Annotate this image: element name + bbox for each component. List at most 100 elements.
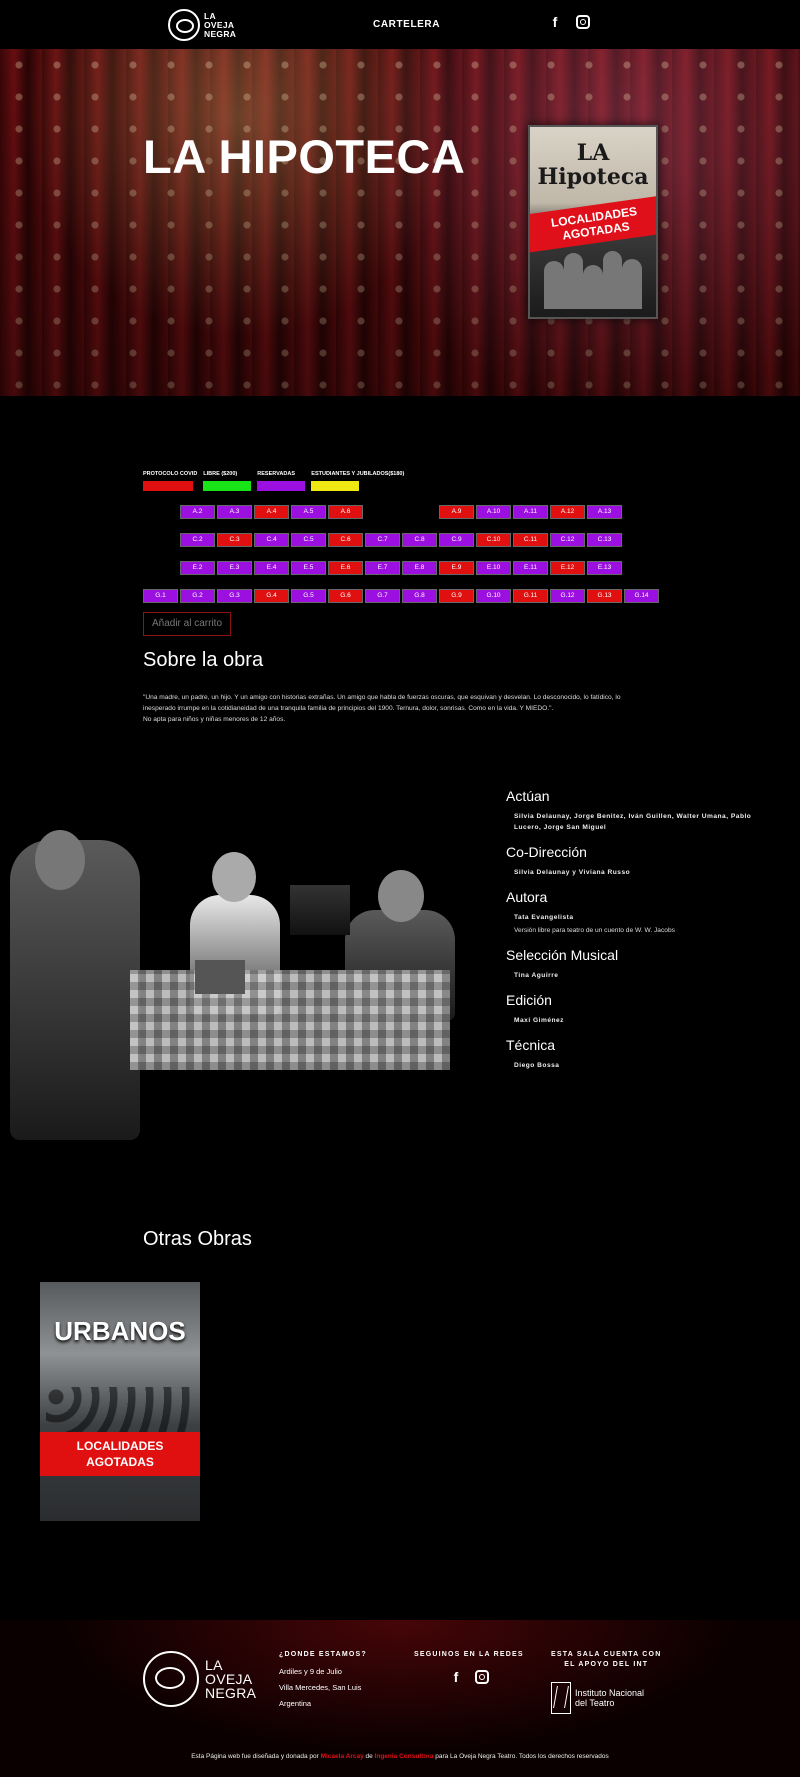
seat-button[interactable]: C.11 <box>513 533 548 547</box>
sheep-logo-icon <box>143 1651 199 1707</box>
credit-value: Silvia Delaunay y Viviana Russo <box>514 869 631 876</box>
seat-button[interactable]: A.12 <box>550 505 585 519</box>
credit-note: Versión libre para teatro de un cuento d… <box>514 927 675 934</box>
credit-heading: Autora <box>506 889 548 905</box>
seat-button[interactable]: C.12 <box>550 533 585 547</box>
seat-button[interactable]: G.2 <box>180 589 215 603</box>
poster-title-line: LA <box>576 140 610 166</box>
credit-block: Co-Dirección Silvia Delaunay y Viviana Ru… <box>506 843 766 878</box>
footer-logo-text: LA OVEJA NEGRA <box>205 1658 256 1700</box>
seat-button[interactable]: A.11 <box>513 505 548 519</box>
facebook-icon[interactable]: f <box>449 1670 463 1684</box>
seat-button[interactable]: A.3 <box>217 505 252 519</box>
legend-label: ESTUDIANTES Y JUBILADOS($180) <box>311 471 405 477</box>
site-logo[interactable]: LA OVEJA NEGRA <box>168 9 236 41</box>
seat-button[interactable]: G.1 <box>143 589 178 603</box>
legend-label: RESERVADAS <box>257 471 295 477</box>
logo-line: NEGRA <box>204 28 237 39</box>
instagram-icon[interactable] <box>576 15 590 29</box>
seat-button[interactable]: A.13 <box>587 505 622 519</box>
seat-button[interactable]: E.11 <box>513 561 548 575</box>
legend-swatch <box>143 481 193 491</box>
designer-link[interactable]: Micaela Arcay <box>321 1753 364 1760</box>
seat-button[interactable]: C.4 <box>254 533 289 547</box>
seat-button[interactable]: C.5 <box>291 533 326 547</box>
facebook-icon[interactable]: f <box>548 15 562 29</box>
seat-button[interactable]: C.9 <box>439 533 474 547</box>
seat-button[interactable]: G.5 <box>291 589 326 603</box>
seat-button[interactable]: G.3 <box>217 589 252 603</box>
credit-value: Tina Aguirre <box>514 972 559 979</box>
credit-block: Actúan Silvia Delaunay, Jorge Benitez, Iv… <box>506 787 766 833</box>
credits-list: Actúan Silvia Delaunay, Jorge Benitez, Iv… <box>506 787 766 1081</box>
credit-heading: Técnica <box>506 1037 556 1053</box>
seat-button[interactable]: A.5 <box>291 505 326 519</box>
seat-button[interactable]: G.14 <box>624 589 659 603</box>
legend-item: PROTOCOLO COVID <box>143 471 197 491</box>
sold-out-band: LOCALIDADES AGOTADAS <box>530 195 656 253</box>
seat-button[interactable]: G.10 <box>476 589 511 603</box>
seat-button[interactable]: C.6 <box>328 533 363 547</box>
address-line: Argentina <box>279 1699 312 1708</box>
show-card-urbanos[interactable]: URBANOS LOCALIDADES AGOTADAS <box>40 1282 200 1521</box>
sobre-heading: Sobre la obra <box>143 649 264 671</box>
seat-button[interactable]: E.10 <box>476 561 511 575</box>
poster-title: LA Hipoteca <box>530 141 656 189</box>
seat-button[interactable]: E.6 <box>328 561 363 575</box>
footer-social-links: f <box>414 1670 524 1684</box>
seat-button[interactable]: G.8 <box>402 589 437 603</box>
instagram-icon[interactable] <box>475 1670 489 1684</box>
copyright-text: de <box>363 1753 375 1760</box>
credit-value: Silvia Delaunay, Jorge Benitez, Iván Gui… <box>514 813 752 831</box>
seat-button[interactable]: C.10 <box>476 533 511 547</box>
seat-button[interactable]: E.4 <box>254 561 289 575</box>
add-to-cart-button[interactable]: Añadir al carrito <box>143 612 231 636</box>
nav-cartelera-link[interactable]: CARTELERA <box>373 19 440 30</box>
poster-cast-figures <box>544 249 642 309</box>
seat-legend: PROTOCOLO COVID LIBRE ($200) RESERVADAS EST… <box>143 471 410 491</box>
seat-button[interactable]: E.3 <box>217 561 252 575</box>
seat-button[interactable]: G.11 <box>513 589 548 603</box>
seat-button[interactable]: A.2 <box>180 505 215 519</box>
logo-line: OVEJA <box>205 1671 253 1687</box>
footer-social: SEGUINOS EN LA REDES f <box>414 1650 524 1684</box>
seat-button[interactable]: E.12 <box>550 561 585 575</box>
legend-item: RESERVADAS <box>257 471 306 491</box>
seat-button[interactable]: G.7 <box>365 589 400 603</box>
seat-button[interactable]: C.13 <box>587 533 622 547</box>
apoyo-heading: ESTA SALA CUENTA CON EL APOYO DEL INT <box>551 1650 661 1670</box>
seat-button[interactable]: G.4 <box>254 589 289 603</box>
seat-button[interactable]: E.7 <box>365 561 400 575</box>
seat-button[interactable]: C.8 <box>402 533 437 547</box>
footer-logo[interactable]: LA OVEJA NEGRA <box>143 1651 256 1707</box>
consultora-link[interactable]: Ingenia Consultora <box>375 1753 434 1760</box>
seat-button[interactable]: A.4 <box>254 505 289 519</box>
seat-button[interactable]: E.2 <box>180 561 215 575</box>
seat-button[interactable]: C.3 <box>217 533 252 547</box>
credit-block: Selección Musical Tina Aguirre <box>506 946 766 981</box>
seat-button[interactable]: A.9 <box>439 505 474 519</box>
seat-button[interactable]: G.9 <box>439 589 474 603</box>
copyright-text: Esta Página web fue diseñada y donada po… <box>191 1753 321 1760</box>
card-crowd-image <box>46 1387 194 1432</box>
seat-button[interactable]: E.8 <box>402 561 437 575</box>
seat-button[interactable]: G.13 <box>587 589 622 603</box>
seat-button[interactable]: A.6 <box>328 505 363 519</box>
top-navbar: LA OVEJA NEGRA CARTELERA f <box>0 0 800 49</box>
int-logo[interactable]: Instituto Nacional del Teatro <box>551 1682 661 1714</box>
sold-out-line: AGOTADAS <box>86 1455 154 1469</box>
seat-button[interactable]: A.10 <box>476 505 511 519</box>
seat-button[interactable]: E.13 <box>587 561 622 575</box>
copyright: Esta Página web fue diseñada y donada po… <box>0 1753 800 1760</box>
legend-swatch <box>311 481 360 491</box>
seat-button[interactable]: C.7 <box>365 533 400 547</box>
seat-button[interactable]: C.2 <box>180 533 215 547</box>
seat-button[interactable]: E.5 <box>291 561 326 575</box>
credit-heading: Co-Dirección <box>506 844 587 860</box>
seat-button[interactable]: G.6 <box>328 589 363 603</box>
logo-text: LA OVEJA NEGRA <box>204 11 237 39</box>
hero-banner: LA HIPOTECA LA Hipoteca LOCALIDADES AGOT… <box>0 49 800 396</box>
seat-button[interactable]: G.12 <box>550 589 585 603</box>
legend-item: ESTUDIANTES Y JUBILADOS($180) <box>311 471 404 491</box>
seat-button[interactable]: E.9 <box>439 561 474 575</box>
